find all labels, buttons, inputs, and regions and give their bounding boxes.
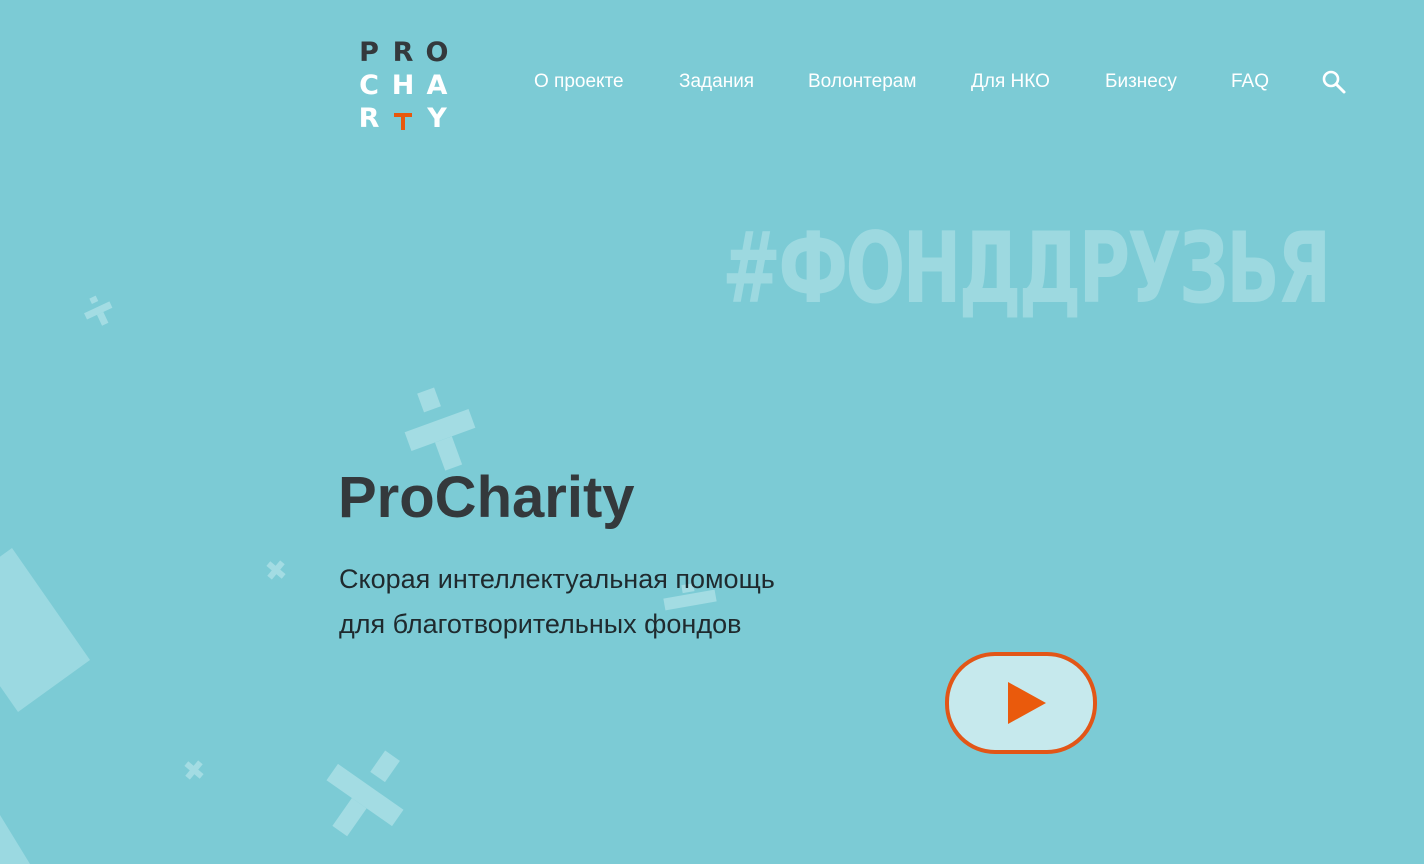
nav-item-faq[interactable]: FAQ bbox=[1231, 70, 1269, 94]
deco-square bbox=[0, 548, 90, 712]
nav-item-nko[interactable]: Для НКО bbox=[971, 70, 1050, 94]
nav-item-volunteers[interactable]: Волонтерам bbox=[808, 70, 916, 94]
nav-item-about[interactable]: О проекте bbox=[534, 70, 624, 94]
logo-row-3: R Y bbox=[357, 102, 449, 135]
play-video-button[interactable] bbox=[945, 652, 1097, 754]
nav-item-business[interactable]: Бизнесу bbox=[1105, 70, 1177, 94]
deco-square-bottom bbox=[0, 815, 30, 864]
logo-letter: H bbox=[391, 70, 415, 101]
logo-letter: R bbox=[358, 103, 380, 134]
logo-letter: C bbox=[359, 70, 379, 101]
deco-x-2 bbox=[184, 760, 204, 780]
hashtag-heading: #ФОНДДРУЗЬЯ bbox=[722, 212, 1331, 326]
deco-x-1 bbox=[266, 560, 286, 580]
logo-letter: O bbox=[425, 37, 449, 68]
deco-cross-large-2 bbox=[326, 750, 404, 837]
logo-letter: A bbox=[426, 70, 448, 101]
background-decoration bbox=[0, 295, 717, 864]
play-icon bbox=[1008, 682, 1046, 724]
logo-cross-icon bbox=[391, 102, 415, 135]
search-icon bbox=[1322, 70, 1346, 94]
nav-item-tasks[interactable]: Задания bbox=[679, 70, 754, 94]
hero-subtitle: Скорая интеллектуальная помощь для благо… bbox=[339, 557, 859, 647]
logo-row-1: P R O bbox=[357, 36, 449, 69]
hero-subtitle-line-1: Скорая интеллектуальная помощь bbox=[339, 564, 775, 594]
logo-letter: P bbox=[359, 37, 379, 68]
logo-letter: Y bbox=[427, 103, 447, 134]
page-title: ProCharity bbox=[338, 465, 635, 530]
logo-row-2: C H A bbox=[357, 69, 449, 102]
deco-cross-small-1 bbox=[84, 295, 113, 326]
procharity-logo[interactable]: P R O C H A R Y bbox=[357, 36, 453, 134]
search-button[interactable] bbox=[1320, 68, 1348, 96]
hero-subtitle-line-2: для благотворительных фондов bbox=[339, 609, 742, 639]
logo-letter: R bbox=[392, 37, 414, 68]
